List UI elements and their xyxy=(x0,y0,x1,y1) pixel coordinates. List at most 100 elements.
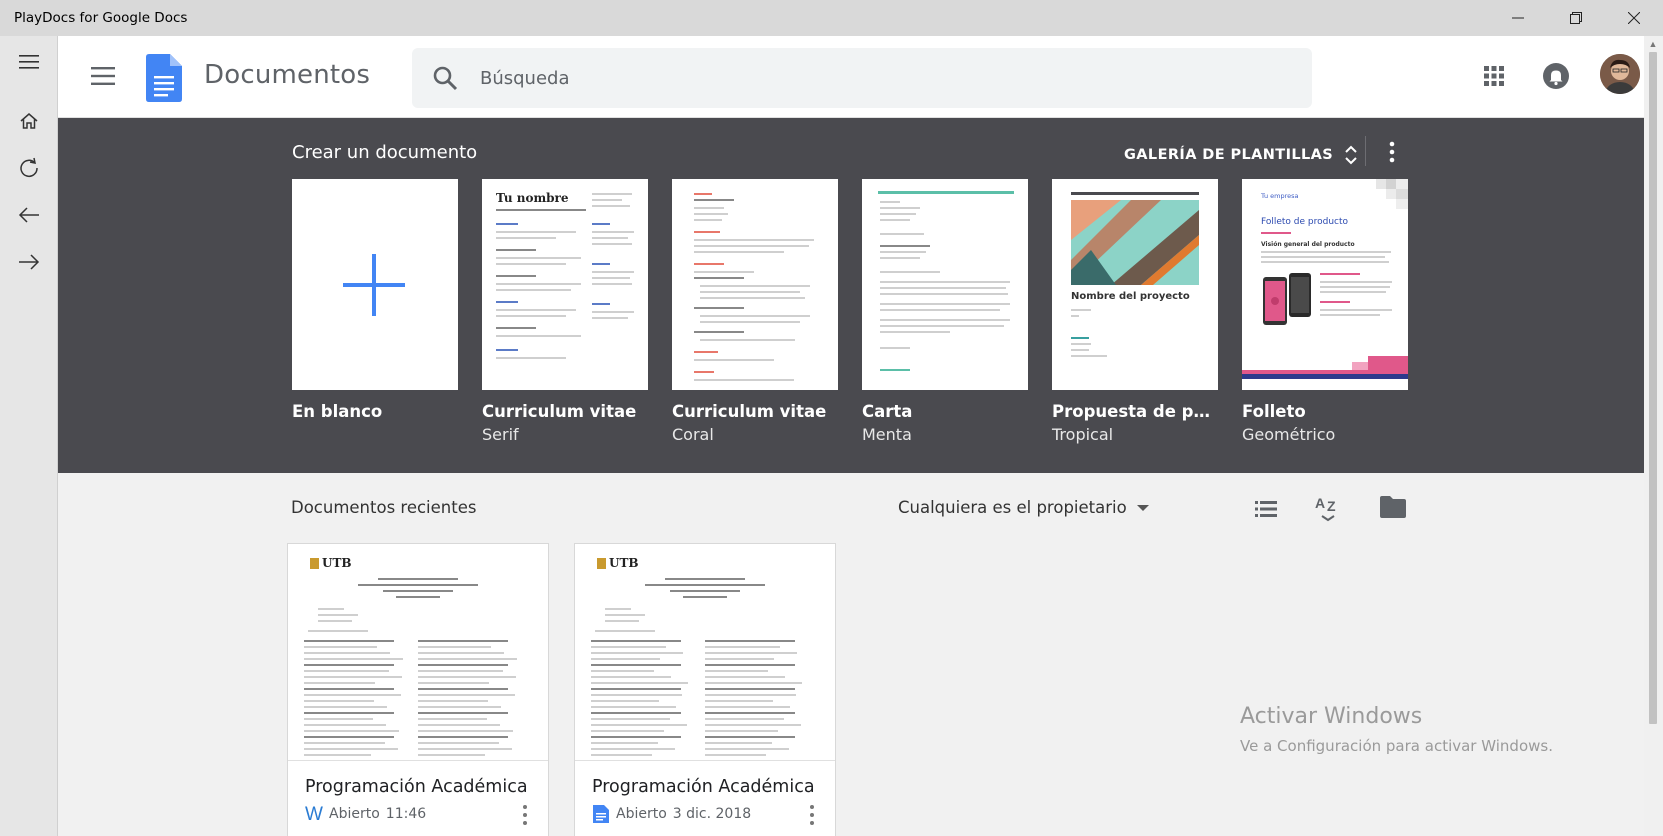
template-cv-serif[interactable]: Tu nombre Curriculum vitae Serif xyxy=(482,179,648,444)
recent-document-card[interactable]: UTB (function(){var s=document.currentSc… xyxy=(287,543,549,836)
app-title: Documentos xyxy=(204,60,371,90)
document-meta: W Abierto 11:46 xyxy=(305,804,426,824)
folder-icon[interactable] xyxy=(1379,494,1407,520)
notifications-bell-icon[interactable] xyxy=(1542,62,1570,90)
home-icon xyxy=(20,113,38,129)
main-menu-button[interactable] xyxy=(88,61,118,91)
toolbar-divider xyxy=(1365,136,1366,166)
sort-az-icon[interactable]: A Z xyxy=(1314,492,1342,522)
svg-text:Z: Z xyxy=(1327,498,1336,514)
template-thumbnail: Nombre del proyecto xyxy=(1052,179,1218,390)
forward-button[interactable] xyxy=(0,240,58,284)
template-subtitle: Tropical xyxy=(1052,425,1114,444)
svg-text:A: A xyxy=(1315,495,1325,511)
thumb-title: Folleto de producto xyxy=(1261,217,1349,227)
thumb-section: Visión general del producto xyxy=(1261,241,1355,248)
template-subtitle: Coral xyxy=(672,425,714,444)
document-preview: UTB (function(){var s=document.currentSc… xyxy=(288,544,548,761)
owner-filter-dropdown[interactable]: Cualquiera es el propietario xyxy=(898,498,1149,517)
scrollbar-thumb[interactable] xyxy=(1649,52,1657,724)
scroll-up-icon[interactable]: ▲ xyxy=(1648,39,1658,49)
template-thumbnail: Tu empresa Folleto de producto Visión ge… xyxy=(1242,179,1408,390)
template-thumbnail: Tu nombre xyxy=(482,179,648,390)
utb-logo: UTB xyxy=(597,556,639,570)
template-subtitle: Serif xyxy=(482,425,519,444)
search-icon xyxy=(433,66,458,91)
close-icon xyxy=(1628,12,1640,24)
search-input[interactable] xyxy=(480,62,1280,94)
template-name: Folleto xyxy=(1242,402,1306,421)
more-vertical-icon[interactable] xyxy=(1380,138,1404,166)
docs-icon xyxy=(593,805,609,823)
google-apps-icon[interactable] xyxy=(1482,64,1506,88)
user-avatar[interactable] xyxy=(1600,54,1640,94)
arrow-left-icon xyxy=(18,207,39,223)
window-titlebar: PlayDocs for Google Docs xyxy=(0,0,1663,36)
template-brochure-geometric[interactable]: Tu empresa Folleto de producto Visión ge… xyxy=(1242,179,1408,444)
owner-filter-label: Cualquiera es el propietario xyxy=(898,498,1127,517)
menu-icon xyxy=(91,67,115,85)
windows-activation-watermark: Activar Windows Ve a Configuración para … xyxy=(1240,704,1553,755)
docs-header: Documentos xyxy=(58,36,1644,118)
arrow-right-icon xyxy=(19,254,40,270)
template-subtitle: Geométrico xyxy=(1242,425,1336,444)
template-name: Curriculum vitae xyxy=(482,402,637,421)
close-button[interactable] xyxy=(1605,0,1663,36)
template-gallery-label: GALERÍA DE PLANTILLAS xyxy=(1124,147,1334,163)
thumb-title: Nombre del proyecto xyxy=(1071,291,1190,302)
refresh-icon xyxy=(20,157,38,177)
menu-icon xyxy=(19,55,39,69)
document-time: 11:46 xyxy=(385,806,427,822)
more-vertical-icon[interactable] xyxy=(520,802,530,828)
document-meta: Abierto 3 dic. 2018 xyxy=(592,804,751,824)
home-button[interactable] xyxy=(0,99,58,143)
template-name: En blanco xyxy=(292,402,383,421)
minimize-icon xyxy=(1512,17,1524,19)
template-thumbnail xyxy=(672,179,838,390)
document-status: Abierto xyxy=(329,806,380,822)
document-preview: UTB (function(){var s=document.currentSc… xyxy=(575,544,835,761)
caret-down-icon xyxy=(1136,504,1149,511)
window-title: PlayDocs for Google Docs xyxy=(14,10,188,26)
search-box[interactable] xyxy=(412,48,1312,108)
watermark-line2: Ve a Configuración para activar Windows. xyxy=(1240,737,1553,755)
template-thumbnail xyxy=(292,179,458,390)
svg-text:W: W xyxy=(305,804,323,824)
minimize-button[interactable] xyxy=(1489,0,1547,36)
template-thumbnail xyxy=(862,179,1028,390)
thumb-title: Tu nombre xyxy=(496,191,569,205)
template-gallery-band: Crear un documento GALERÍA DE PLANTILLAS… xyxy=(58,118,1644,473)
recent-documents-heading: Documentos recientes xyxy=(291,498,477,517)
back-button[interactable] xyxy=(0,193,58,237)
document-title: Programación Académica xyxy=(592,777,815,797)
vertical-scrollbar[interactable]: ▲ xyxy=(1644,36,1663,836)
template-name: Curriculum vitae xyxy=(672,402,827,421)
list-view-icon[interactable] xyxy=(1253,496,1279,522)
template-blank[interactable]: En blanco xyxy=(292,179,458,425)
template-name: Carta xyxy=(862,402,913,421)
tropical-graphic xyxy=(1071,200,1199,285)
avatar-photo xyxy=(1600,54,1640,94)
document-status: Abierto xyxy=(616,806,667,822)
create-document-heading: Crear un documento xyxy=(292,142,478,163)
template-cv-coral[interactable]: Curriculum vitae Coral xyxy=(672,179,838,444)
template-letter-mint[interactable]: Carta Menta xyxy=(862,179,1028,444)
utb-logo: UTB xyxy=(310,556,352,570)
google-docs-logo-icon[interactable] xyxy=(146,54,182,102)
side-menu-button[interactable] xyxy=(0,40,58,84)
restore-button[interactable] xyxy=(1547,0,1605,36)
refresh-button[interactable] xyxy=(0,146,58,190)
template-project-proposal-tropical[interactable]: Nombre del proyecto Propuesta de proyect… xyxy=(1052,179,1218,444)
recent-document-card[interactable]: UTB (function(){var s=document.currentSc… xyxy=(574,543,836,836)
word-icon: W xyxy=(305,804,323,824)
plus-icon xyxy=(343,254,405,316)
template-subtitle: Menta xyxy=(862,425,912,444)
geometric-pattern xyxy=(1376,179,1408,209)
template-name: Propuesta de proyecto xyxy=(1052,402,1218,421)
more-vertical-icon[interactable] xyxy=(807,802,817,828)
watermark-line1: Activar Windows xyxy=(1240,704,1423,729)
app-side-bar xyxy=(0,36,58,836)
document-time: 3 dic. 2018 xyxy=(672,806,752,822)
template-gallery-button[interactable]: GALERÍA DE PLANTILLAS xyxy=(1124,140,1359,170)
thumb-company: Tu empresa xyxy=(1261,192,1299,200)
